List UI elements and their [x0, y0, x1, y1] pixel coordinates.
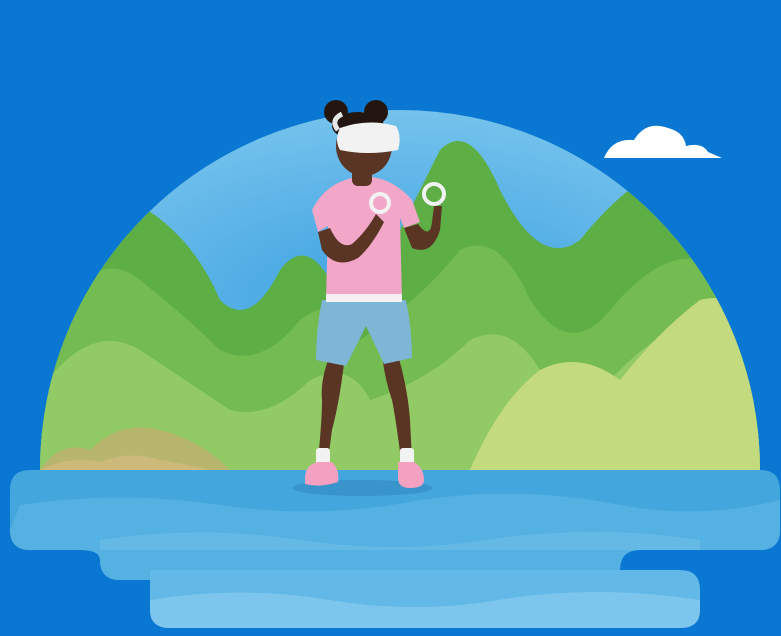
vr-scene-illustration	[0, 0, 781, 636]
shirt-hem	[326, 294, 402, 302]
left-sock	[316, 448, 330, 464]
right-sock	[400, 448, 414, 464]
vr-headset	[337, 122, 400, 153]
